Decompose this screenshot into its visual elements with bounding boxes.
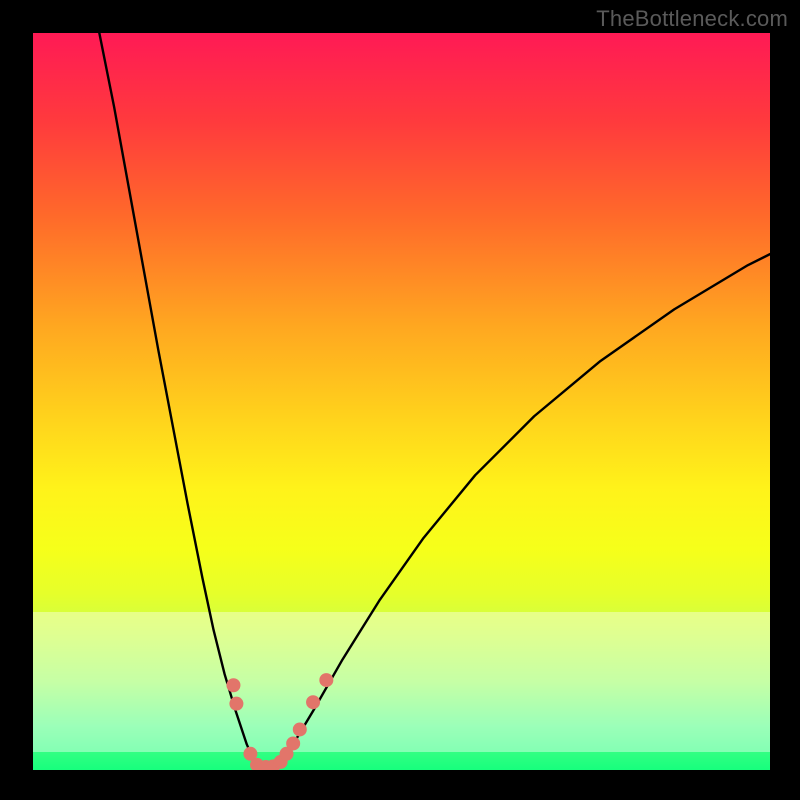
data-marker: [319, 673, 333, 687]
plot-area: [33, 33, 770, 770]
chart-svg: [33, 33, 770, 770]
data-marker: [306, 695, 320, 709]
data-marker: [229, 697, 243, 711]
series-left-curve: [99, 33, 257, 770]
data-marker: [286, 736, 300, 750]
chart-frame: TheBottleneck.com: [0, 0, 800, 800]
data-marker: [293, 722, 307, 736]
data-marker: [226, 678, 240, 692]
series-right-curve: [276, 254, 770, 770]
watermark-text: TheBottleneck.com: [596, 6, 788, 32]
